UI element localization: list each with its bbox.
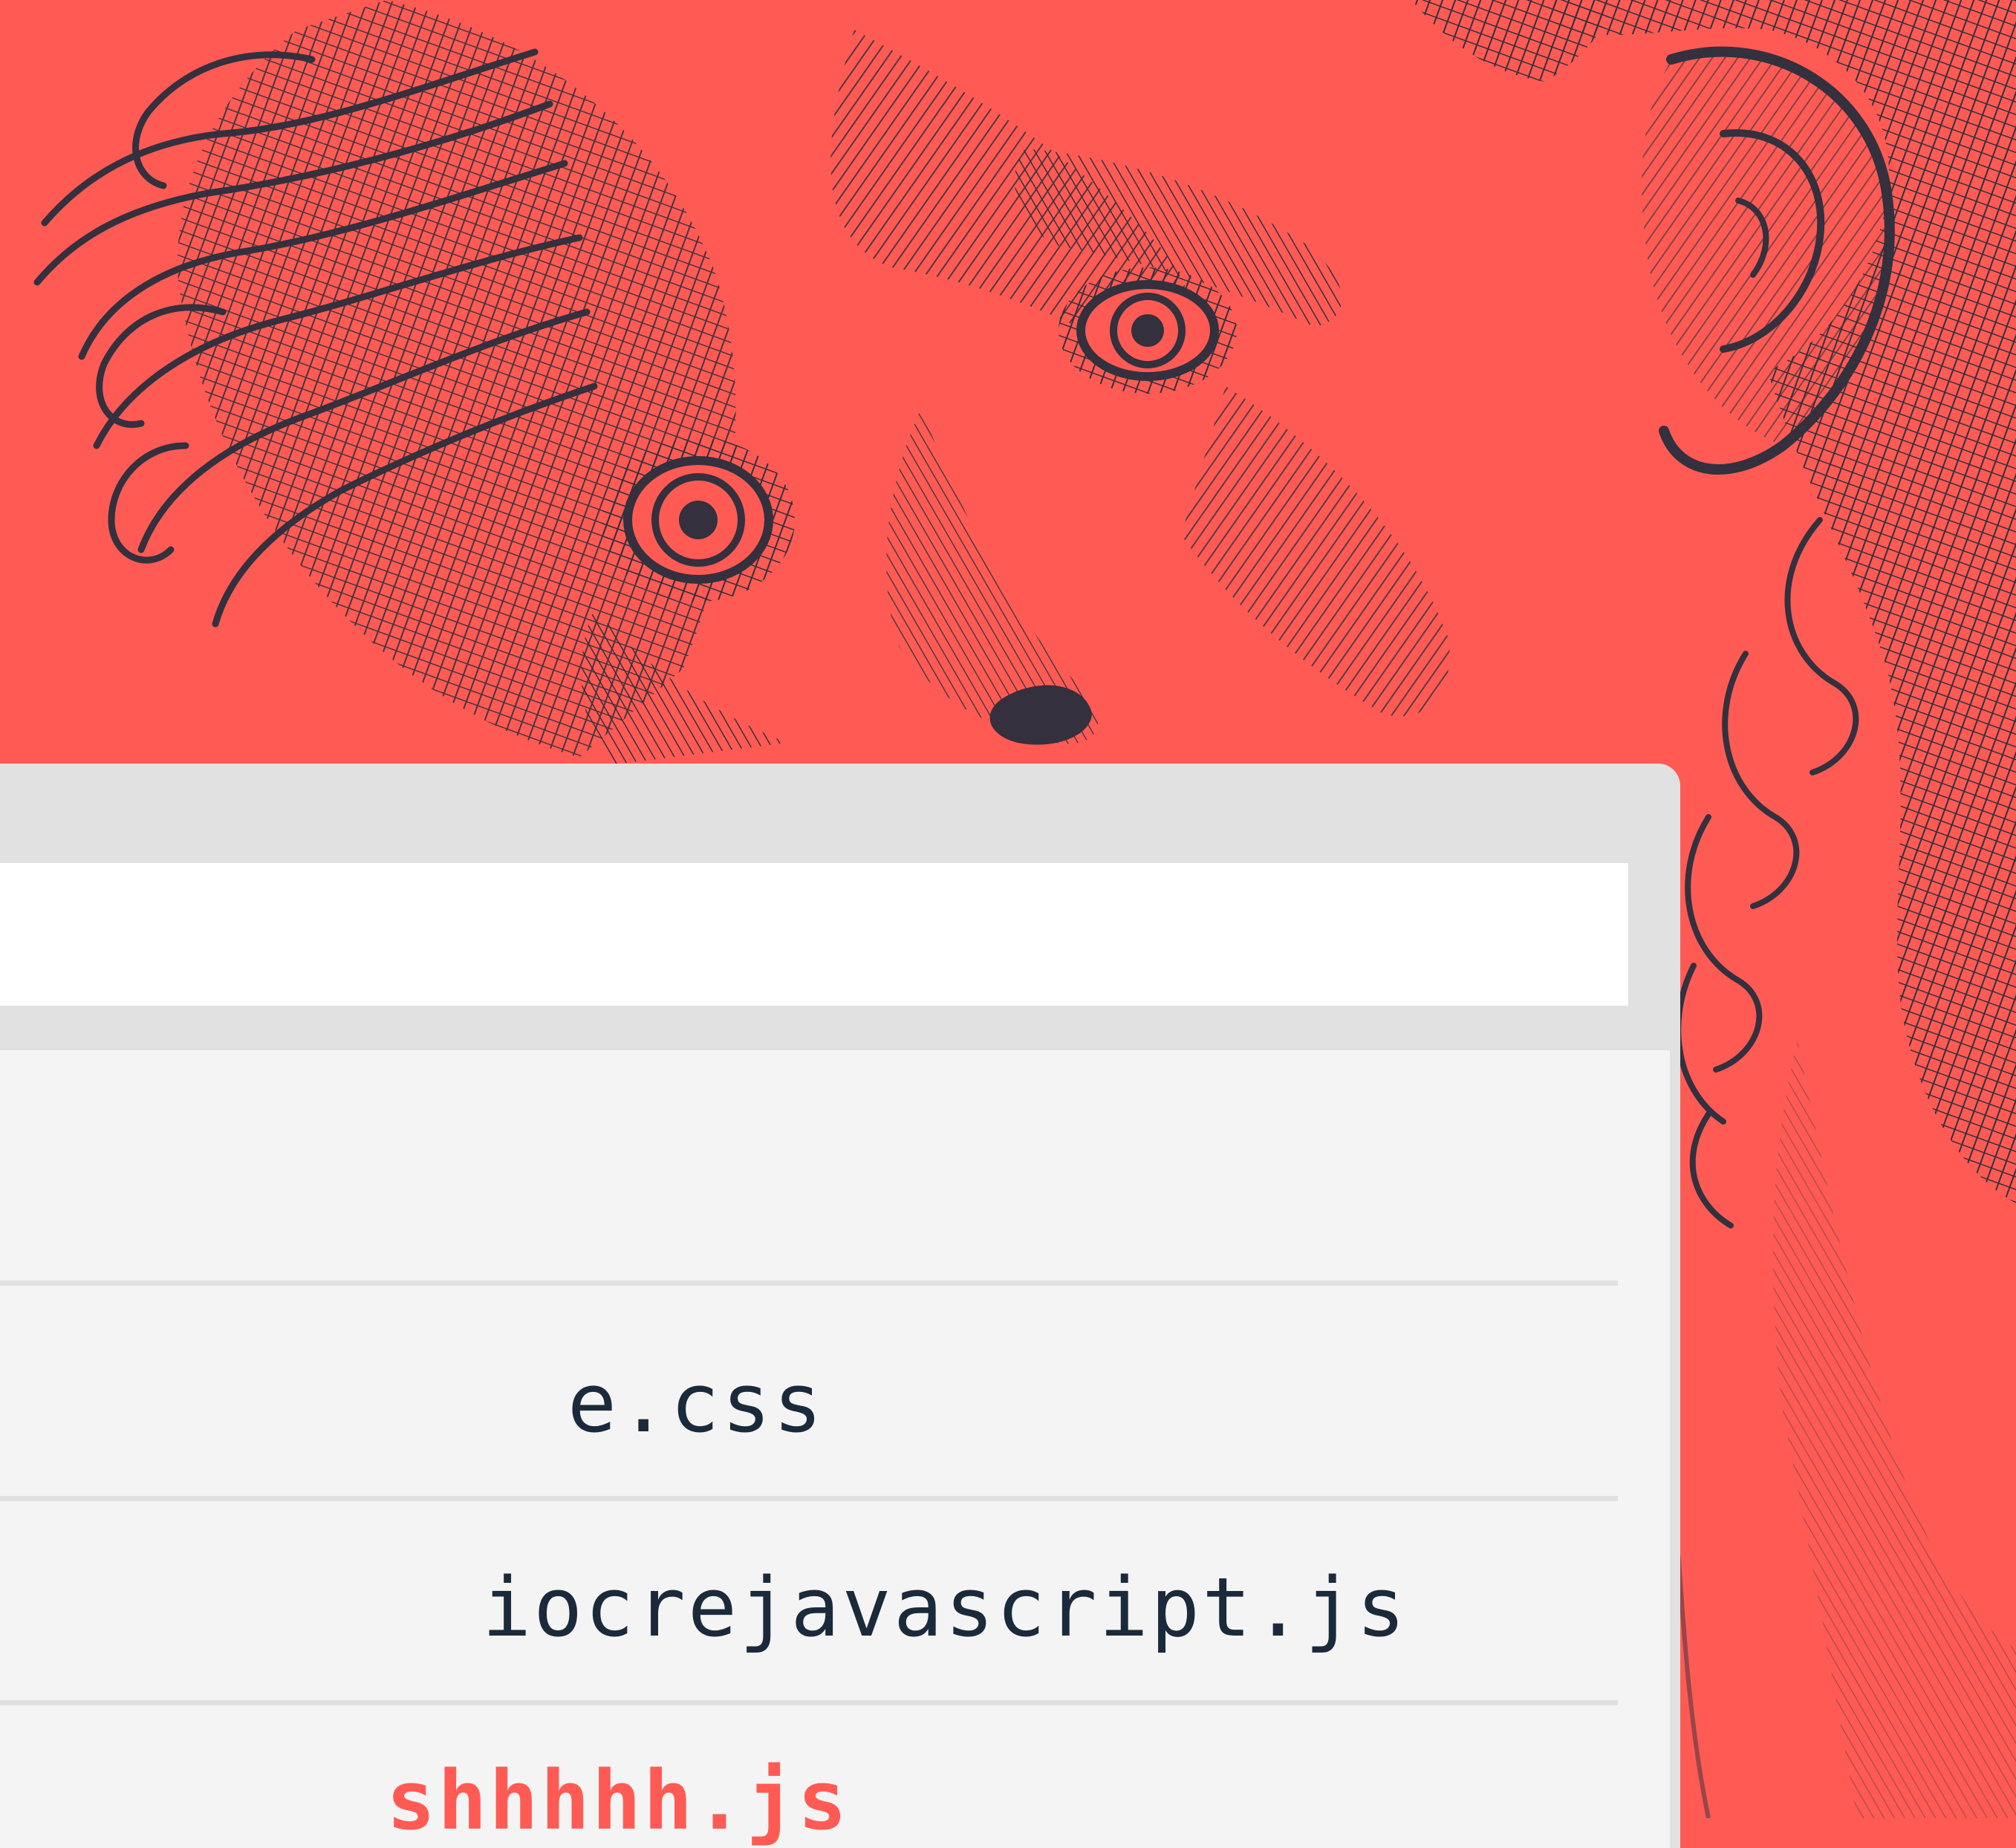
file-list: e.css iocrejavascript.js shhhhh.js bbox=[0, 1050, 1670, 1848]
file-item-javascript[interactable]: iocrejavascript.js bbox=[482, 1566, 1408, 1648]
hair-top-curls bbox=[1411, 0, 1619, 82]
cheek-shading bbox=[1181, 386, 1450, 717]
address-bar[interactable] bbox=[0, 863, 1628, 1006]
left-eye-icon bbox=[602, 438, 795, 602]
hair-left-mass bbox=[178, 0, 736, 758]
browser-window: e.css iocrejavascript.js shhhhh.js bbox=[0, 764, 1680, 1848]
list-divider bbox=[0, 1496, 1618, 1501]
right-eye-icon bbox=[1059, 267, 1237, 394]
file-item-highlighted-js[interactable]: shhhhh.js bbox=[386, 1760, 849, 1841]
hair-right-strands bbox=[1675, 517, 1859, 1229]
file-item-css[interactable]: e.css bbox=[568, 1362, 825, 1444]
list-divider bbox=[0, 1281, 1618, 1286]
list-divider bbox=[0, 1700, 1618, 1705]
